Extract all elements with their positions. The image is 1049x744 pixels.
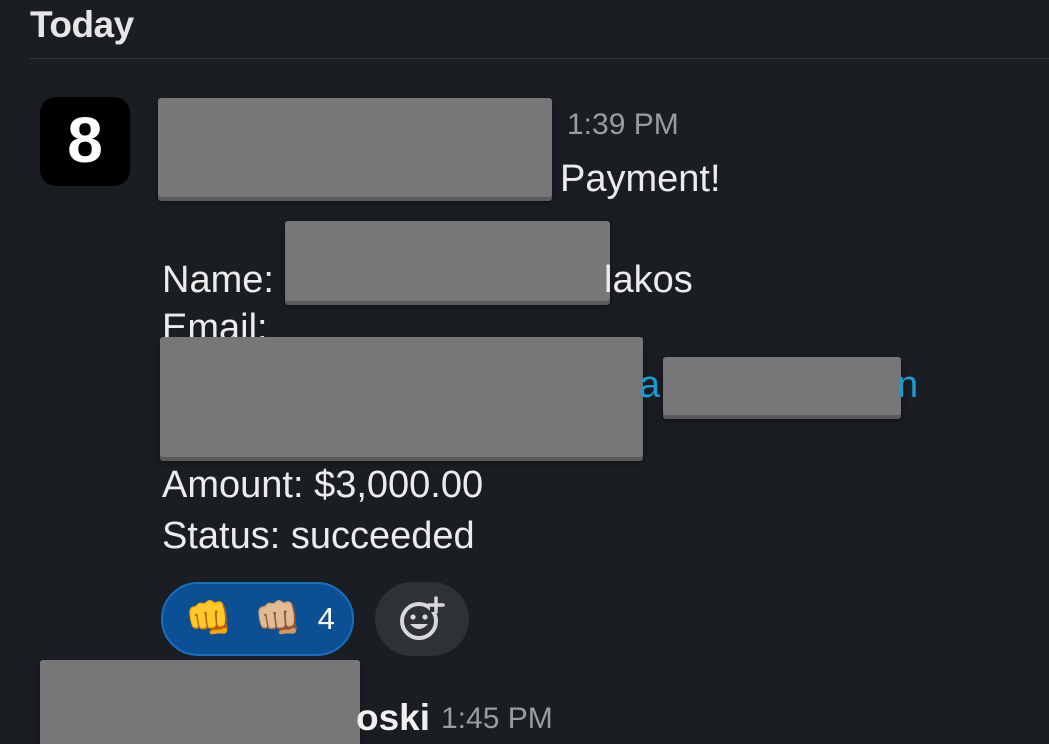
reaction-count: 4 xyxy=(317,601,335,636)
redacted-email-part-2 xyxy=(663,357,901,415)
reaction-fist-bump[interactable]: 👊 👊🏼 4 xyxy=(161,582,354,656)
email-link-fragment-1[interactable]: a xyxy=(639,366,660,404)
message-title-fragment: Payment! xyxy=(560,158,721,200)
amount-line: Amount: $3,000.00 xyxy=(162,464,484,506)
redacted-email-part-1 xyxy=(160,337,643,457)
sender-name-fragment[interactable]: oski xyxy=(356,699,430,736)
sender-avatar[interactable]: 8 xyxy=(40,97,130,186)
email-label: Email: xyxy=(162,309,268,337)
message-timestamp[interactable]: 1:39 PM xyxy=(567,110,679,140)
redacted-sender-name xyxy=(158,98,552,197)
day-divider-label: Today xyxy=(30,4,134,45)
fist-emoji-icon: 👊 xyxy=(185,598,233,640)
add-emoji-icon xyxy=(400,596,445,640)
redacted-name-value xyxy=(285,221,610,301)
message-timestamp-2[interactable]: 1:45 PM xyxy=(441,704,553,734)
day-divider-line xyxy=(30,58,1049,59)
name-value-fragment: lakos xyxy=(604,259,693,301)
name-label: Name: xyxy=(162,259,274,301)
email-link-fragment-2[interactable]: n xyxy=(897,366,918,404)
add-reaction-button[interactable] xyxy=(375,582,469,656)
fist-emoji-light-icon: 👊🏼 xyxy=(254,598,302,640)
redacted-sender-2 xyxy=(40,660,360,744)
avatar-glyph: 8 xyxy=(67,103,103,176)
status-line: Status: succeeded xyxy=(162,515,475,557)
